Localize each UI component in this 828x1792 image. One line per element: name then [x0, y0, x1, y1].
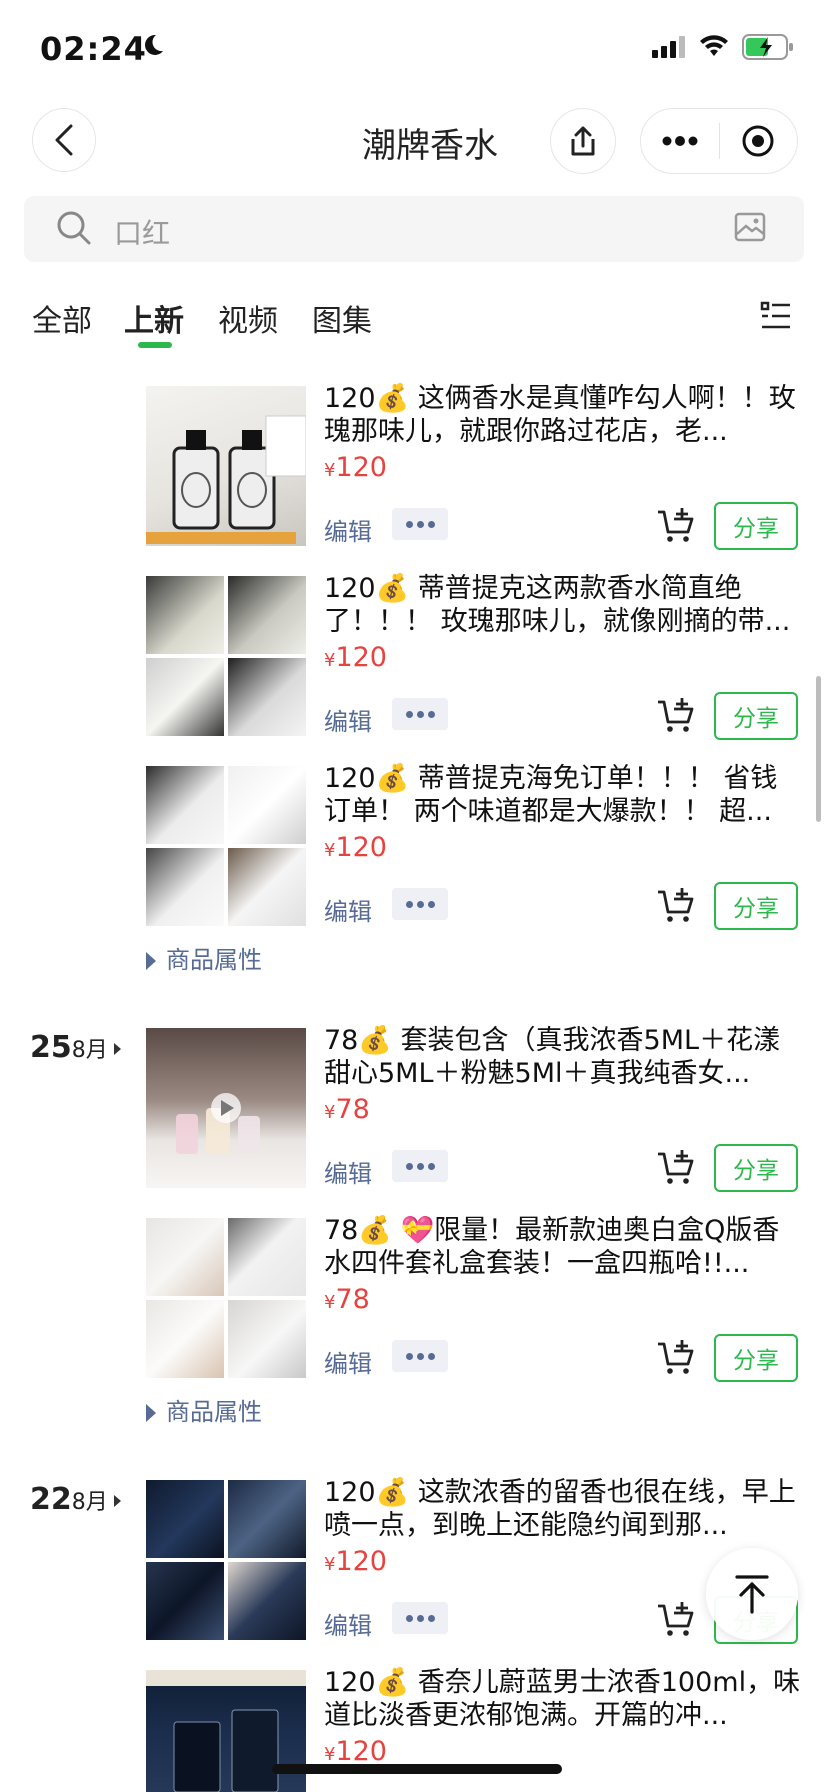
- edit-link[interactable]: 编辑: [324, 892, 372, 927]
- tab-all[interactable]: 全部: [32, 296, 92, 340]
- item-price: ¥120: [324, 642, 387, 673]
- page-title: 潮牌香水: [362, 126, 498, 166]
- more-dots-icon: [662, 136, 698, 146]
- share-button[interactable]: 分享: [714, 502, 798, 550]
- add-to-cart-icon[interactable]: [656, 696, 696, 734]
- item-description: 120💰 这俩香水是真懂咋勾人啊！！玫瑰那味儿，就跟你路过花店，老...: [324, 383, 796, 447]
- list-item[interactable]: 120💰 这俩香水是真懂咋勾人啊！！玫瑰那味儿，就跟你路过花店，老... ¥12…: [146, 383, 798, 550]
- home-indicator[interactable]: [272, 1764, 562, 1774]
- moon-icon: [145, 34, 163, 55]
- list-item[interactable]: 120💰 蒂普提克这两款香水简直绝了！！！ 玫瑰那味儿，就像刚摘的带... ¥1…: [146, 573, 798, 740]
- more-options-button[interactable]: [392, 888, 448, 920]
- share-button[interactable]: 分享: [714, 692, 798, 740]
- add-to-cart-icon[interactable]: [656, 886, 696, 924]
- battery-charging-icon: [742, 34, 793, 60]
- more-options-button[interactable]: [392, 508, 448, 540]
- add-to-cart-icon[interactable]: [656, 1600, 696, 1638]
- share-icon: [571, 126, 595, 156]
- product-thumbnail-grid[interactable]: [146, 1218, 306, 1378]
- date-header[interactable]: 258月: [30, 1030, 121, 1065]
- wifi-icon: [700, 35, 728, 56]
- item-price: ¥78: [324, 1284, 370, 1315]
- tab-bar: 全部 上新 视频 图集: [0, 290, 828, 356]
- product-thumbnail-grid[interactable]: [146, 1480, 306, 1640]
- item-description: 78💰 💝限量！最新款迪奥白盒Q版香水四件套礼盒套装！一盒四瓶哈!!...: [324, 1215, 780, 1279]
- item-price: ¥120: [324, 832, 387, 863]
- nav-bar: 潮牌香水: [0, 92, 828, 188]
- caret-right-icon: [146, 952, 156, 970]
- edit-link[interactable]: 编辑: [324, 512, 372, 547]
- share-page-button[interactable]: [550, 108, 616, 174]
- item-description: 120💰 蒂普提克这两款香水简直绝了！！！ 玫瑰那味儿，就像刚摘的带...: [324, 573, 791, 637]
- search-input[interactable]: 口红: [114, 212, 170, 252]
- product-attributes-toggle[interactable]: 商品属性: [146, 1392, 262, 1427]
- product-thumbnail-grid[interactable]: [146, 576, 306, 736]
- item-description: 120💰 蒂普提克海免订单！！！ 省钱订单！ 两个味道都是大爆款！！ 超...: [324, 763, 778, 827]
- more-options-button[interactable]: [392, 1150, 448, 1182]
- item-description: 78💰 套装包含（真我浓香5ML＋花漾甜心5ML＋粉魅5Ml＋真我纯香女...: [324, 1025, 781, 1089]
- add-to-cart-icon[interactable]: [656, 1148, 696, 1186]
- status-time: 02:24: [40, 30, 147, 68]
- item-price: ¥78: [324, 1094, 370, 1125]
- add-to-cart-icon[interactable]: [656, 1338, 696, 1376]
- scrollbar[interactable]: [816, 676, 821, 822]
- edit-link[interactable]: 编辑: [324, 1606, 372, 1641]
- tab-new[interactable]: 上新: [124, 296, 184, 348]
- share-button[interactable]: 分享: [714, 1334, 798, 1382]
- list-item[interactable]: 120💰 蒂普提克海免订单！！！ 省钱订单！ 两个味道都是大爆款！！ 超... …: [146, 763, 798, 930]
- back-to-top-button[interactable]: [706, 1548, 798, 1640]
- product-thumbnail[interactable]: [146, 386, 307, 546]
- more-menu-button[interactable]: [641, 109, 719, 173]
- target-icon: [742, 125, 774, 157]
- caret-right-icon: [113, 1042, 121, 1055]
- edit-link[interactable]: 编辑: [324, 702, 372, 737]
- more-options-button[interactable]: [392, 698, 448, 730]
- active-tab-indicator: [138, 342, 172, 348]
- caret-right-icon: [146, 1404, 156, 1422]
- add-to-cart-icon[interactable]: [656, 506, 696, 544]
- image-search-icon[interactable]: [734, 212, 766, 242]
- search-bar[interactable]: 口红: [24, 196, 804, 262]
- tab-gallery[interactable]: 图集: [312, 296, 372, 340]
- chevron-left-icon: [55, 124, 73, 156]
- edit-link[interactable]: 编辑: [324, 1344, 372, 1379]
- close-mini-program-button[interactable]: [720, 109, 798, 173]
- list-item[interactable]: 78💰 💝限量！最新款迪奥白盒Q版香水四件套礼盒套装！一盒四瓶哈!!... ¥7…: [146, 1215, 798, 1382]
- search-icon: [57, 211, 91, 245]
- item-price: ¥120: [324, 1546, 387, 1577]
- mini-program-capsule: [640, 108, 798, 174]
- list-view-icon[interactable]: [760, 300, 792, 332]
- back-button[interactable]: [32, 108, 96, 172]
- item-price: ¥120: [324, 1736, 387, 1767]
- status-bar: 02:24: [0, 0, 828, 92]
- item-price: ¥120: [324, 452, 387, 483]
- product-attributes-toggle[interactable]: 商品属性: [146, 940, 262, 975]
- item-description: 120💰 这款浓香的留香也很在线，早上喷一点，到晚上还能隐约闻到那...: [324, 1477, 796, 1541]
- more-options-button[interactable]: [392, 1602, 448, 1634]
- cellular-signal-icon: [652, 36, 685, 58]
- share-button[interactable]: 分享: [714, 1144, 798, 1192]
- date-header[interactable]: 228月: [30, 1482, 121, 1517]
- caret-right-icon: [113, 1494, 121, 1507]
- arrow-up-icon: [735, 1575, 769, 1614]
- share-button[interactable]: 分享: [714, 882, 798, 930]
- list-item[interactable]: 78💰 套装包含（真我浓香5ML＋花漾甜心5ML＋粉魅5Ml＋真我纯香女... …: [146, 1025, 798, 1192]
- product-thumbnail-grid[interactable]: [146, 766, 306, 926]
- item-description: 120💰 香奈儿蔚蓝男士浓香100ml，味道比淡香更浓郁饱满。开篇的冲...: [324, 1667, 801, 1731]
- list-item[interactable]: 120💰 这款浓香的留香也很在线，早上喷一点，到晚上还能隐约闻到那... ¥12…: [146, 1477, 798, 1644]
- video-thumbnail[interactable]: [146, 1028, 306, 1188]
- edit-link[interactable]: 编辑: [324, 1154, 372, 1189]
- tab-video[interactable]: 视频: [218, 296, 278, 340]
- more-options-button[interactable]: [392, 1340, 448, 1372]
